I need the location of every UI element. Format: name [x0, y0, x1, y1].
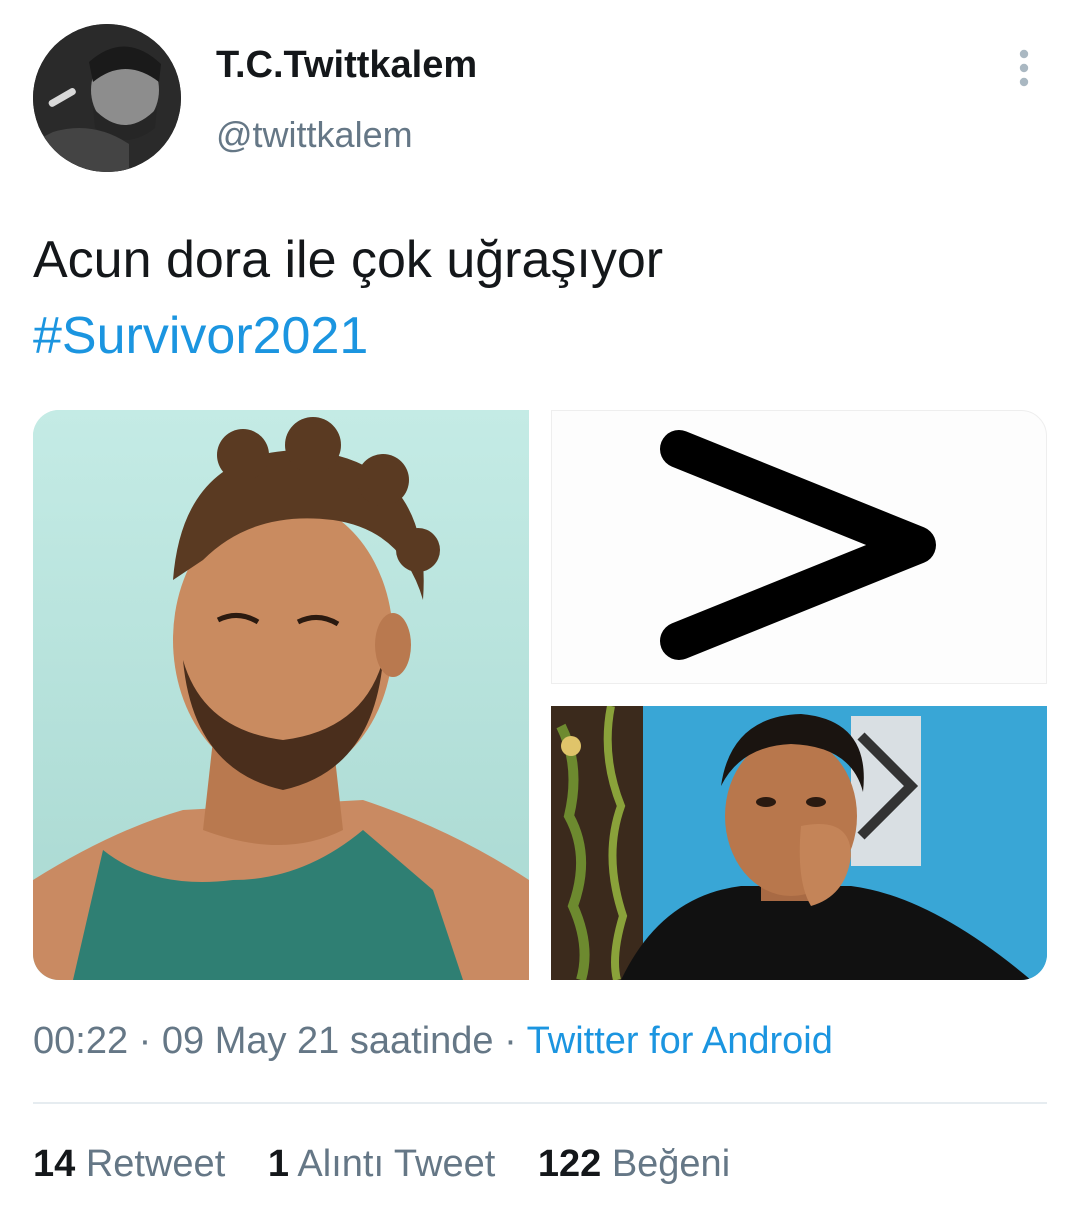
tweet-source-link[interactable]: Twitter for Android: [527, 1020, 833, 1062]
retweet-count-link[interactable]: 14 Retweet: [33, 1143, 225, 1186]
like-count: 122: [537, 1143, 602, 1185]
media-photo-bottom-right[interactable]: [551, 706, 1047, 980]
retweet-label: Retweet: [85, 1143, 226, 1185]
more-vertical-icon: [1019, 49, 1029, 87]
more-options-button[interactable]: [1004, 48, 1044, 88]
quote-count: 1: [267, 1143, 289, 1185]
media-greater-than-image[interactable]: [551, 410, 1047, 684]
hashtag-link[interactable]: #Survivor2021: [33, 298, 368, 374]
quote-count-link[interactable]: 1 Alıntı Tweet: [268, 1143, 495, 1186]
tweet-body: Acun dora ile çok uğraşıyor: [33, 231, 664, 289]
divider: [33, 1102, 1047, 1104]
tweet-date[interactable]: 09 May 21 saatinde: [162, 1020, 494, 1062]
like-label: Beğeni: [611, 1143, 731, 1185]
like-count-link[interactable]: 122 Beğeni: [538, 1143, 730, 1186]
tweet-time[interactable]: 00:22: [33, 1020, 128, 1062]
author-handle[interactable]: @twittkalem: [216, 114, 413, 156]
tweet-stats: 14 Retweet 1 Alıntı Tweet 122 Beğeni: [33, 1143, 730, 1186]
meta-separator: ·: [138, 1020, 152, 1062]
avatar[interactable]: [33, 24, 181, 172]
retweet-count: 14: [33, 1143, 76, 1185]
greater-than-symbol-icon: [660, 430, 936, 660]
meta-separator: ·: [504, 1020, 517, 1062]
man-hand-on-mouth-photo: [551, 706, 1047, 980]
media-photo-left[interactable]: [33, 410, 529, 980]
tweet-meta: 00:22 · 09 May 21 saatinde · Twitter for…: [33, 1020, 833, 1063]
avatar-portrait: [33, 24, 181, 172]
man-portrait-photo: [33, 410, 529, 980]
quote-label: Alıntı Tweet: [297, 1143, 496, 1185]
author-display-name[interactable]: T.C.Twittkalem: [216, 44, 477, 87]
tweet-text: Acun dora ile çok uğraşıyor #Survivor202…: [33, 222, 1043, 374]
